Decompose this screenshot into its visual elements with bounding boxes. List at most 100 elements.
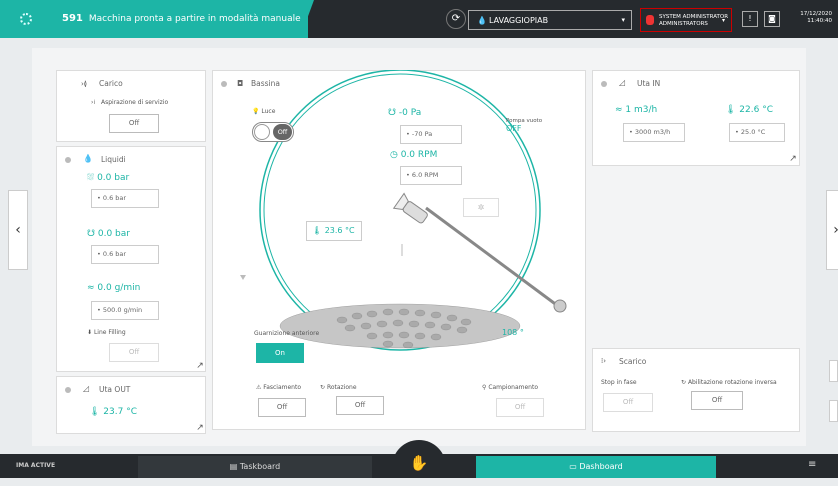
dashboard-tab[interactable]: ▭ Dashboard <box>476 456 716 478</box>
line-filling-button[interactable]: Off <box>109 343 159 362</box>
fasciamento-text: Fasciamento <box>263 384 302 391</box>
uta-out-temp-text: 23.7 °C <box>103 407 137 417</box>
nav-next-button[interactable]: › <box>826 190 838 270</box>
guarnizione-label: Guarnizione anteriore <box>254 330 320 337</box>
temp-pointer <box>240 275 246 280</box>
line-select[interactable]: 💧 LAVAGGIOPIAB ▾ <box>468 10 632 30</box>
side-tool-button-2[interactable] <box>829 400 838 422</box>
chevron-down-icon: ▾ <box>721 17 725 24</box>
rpm-set-field[interactable]: • 6.0 RPM <box>400 166 462 185</box>
status-dot <box>601 81 607 87</box>
campionamento-button[interactable]: Off <box>496 398 544 417</box>
uta-in-temp-set-field[interactable]: • 25.0 °C <box>729 123 785 142</box>
vacuum-text: -0 Pa <box>398 108 422 118</box>
pressure1-set-field[interactable]: • 0.6 bar <box>91 189 159 208</box>
toggle-label: Off <box>273 124 292 140</box>
user-icon <box>646 15 654 25</box>
top-bar-wedge <box>300 0 314 38</box>
luce-text: Luce <box>261 108 276 115</box>
ima-logo: IMA ACTIVE <box>16 462 56 469</box>
pressure2-value: ☋ 0.0 bar <box>87 229 130 239</box>
stop-button[interactable]: Off <box>603 393 653 412</box>
luce-label: 💡 Luce <box>252 108 276 115</box>
carico-icon: ›≬ <box>81 80 88 88</box>
reverse-label: ↻ Abilitazione rotazione inversa <box>681 379 777 386</box>
expand-icon[interactable]: ↗ <box>194 360 206 372</box>
machine-id: 591 <box>62 13 83 24</box>
spray-button[interactable]: ✲ <box>463 198 499 217</box>
scarico-title: Scarico <box>619 357 647 366</box>
rpm-set-text: 6.0 RPM <box>411 171 439 179</box>
uta-out-icon: ◿ <box>83 384 90 393</box>
chevron-down-icon: ▾ <box>621 16 625 24</box>
line-filling-label: ⬇ Line Filling <box>87 329 126 336</box>
reverse-text: Abilitazione rotazione inversa <box>687 379 777 386</box>
fasciamento-button[interactable]: Off <box>258 398 306 417</box>
status-message: 591 Macchina pronta a partire in modalità… <box>62 13 301 24</box>
pressure2-set-text: 0.6 bar <box>102 250 127 258</box>
camera-button[interactable]: ◙ <box>764 11 780 27</box>
user-role: ADMINISTRATORS <box>659 21 708 27</box>
expand-icon[interactable]: ↗ <box>787 153 799 165</box>
guarnizione-button[interactable]: On <box>256 343 304 363</box>
luce-toggle[interactable]: Off <box>252 122 294 142</box>
top-bar: 591 Macchina pronta a partire in modalità… <box>0 0 838 38</box>
status-dot <box>65 157 71 163</box>
scarico-panel: ⁞› Scarico Stop in fase Off ↻ Abilitazio… <box>592 348 800 432</box>
rpm-value: ◷ 0.0 RPM <box>390 150 438 160</box>
product-temp-box: 🌡 23.6 °C <box>306 221 362 241</box>
loading-spinner-icon <box>20 13 32 25</box>
uta-out-title: Uta OUT <box>99 385 131 394</box>
menu-icon[interactable]: ≡ <box>808 459 816 470</box>
alarm-button[interactable]: ! <box>742 11 758 27</box>
taskboard-label: Taskboard <box>239 462 281 471</box>
taskboard-tab[interactable]: ▤ Taskboard <box>138 456 372 478</box>
rpm-text: 0.0 RPM <box>400 150 438 160</box>
toggle-knob <box>254 124 270 140</box>
airflow-value: ≈ 1 m3/h <box>615 105 658 115</box>
nav-prev-button[interactable]: ‹ <box>8 190 28 270</box>
vacuum-set-text: -70 Pa <box>411 130 433 138</box>
refresh-icon[interactable]: ⟳ <box>446 9 466 29</box>
flow-set-text: 500.0 g/min <box>102 306 143 314</box>
carico-panel: ›≬ Carico ›⁞ Aspirazione di servizio Off <box>56 70 206 142</box>
liquidi-title: Liquidi <box>101 155 126 164</box>
uta-in-panel: ◿ Uta IN ≈ 1 m3/h • 3000 m3/h 🌡 22.6 °C … <box>592 70 800 166</box>
datetime: 17/12/2020 11:40:40 <box>792 11 832 25</box>
uta-in-temp-set-text: 25.0 °C <box>740 128 766 136</box>
flow-text: 0.0 g/min <box>97 283 141 293</box>
fasciamento-label: ⚠ Fasciamento <box>256 384 302 391</box>
aspirazione-button[interactable]: Off <box>109 114 159 133</box>
vacuum-value: ☋ -0 Pa <box>388 108 422 118</box>
liquidi-panel: 💧 Liquidi ⛆ 0.0 bar • 0.6 bar ☋ 0.0 bar … <box>56 146 206 372</box>
drops-icon: 💧 <box>83 154 93 163</box>
user-name: SYSTEM ADMINISTRATOR <box>659 14 729 20</box>
carico-title: Carico <box>99 79 123 88</box>
flow-set-field[interactable]: • 500.0 g/min <box>91 301 159 320</box>
rotazione-button[interactable]: Off <box>336 396 384 415</box>
scarico-icon: ⁞› <box>601 357 607 365</box>
pressure1-text: 0.0 bar <box>97 173 130 183</box>
uta-in-temp-text: 22.6 °C <box>739 105 773 115</box>
status-dot <box>65 387 71 393</box>
vacuum-set-field[interactable]: • -70 Pa <box>400 125 462 144</box>
line-filling-text: Line Filling <box>93 329 126 336</box>
reverse-button[interactable]: Off <box>691 391 743 410</box>
airflow-text: 1 m3/h <box>625 105 658 115</box>
product-bed <box>279 303 521 349</box>
side-tool-button-1[interactable] <box>829 360 838 382</box>
airflow-set-text: 3000 m3/h <box>634 128 671 136</box>
expand-icon[interactable]: ↗ <box>194 422 206 434</box>
pressure2-set-field[interactable]: • 0.6 bar <box>91 245 159 264</box>
pump-state: OFF <box>506 124 522 133</box>
aspirazione-label: Aspirazione di servizio <box>101 99 169 106</box>
user-menu[interactable]: SYSTEM ADMINISTRATOR ADMINISTRATORS ▾ <box>640 8 732 32</box>
pressure1-value: ⛆ 0.0 bar <box>87 173 130 183</box>
time: 11:40:40 <box>807 18 832 24</box>
airflow-set-field[interactable]: • 3000 m3/h <box>623 123 685 142</box>
aspirazione-icon: ›⁞ <box>91 99 96 106</box>
arm-pivot <box>553 299 567 313</box>
rotazione-text: Rotazione <box>326 384 357 391</box>
rotazione-label: ↻ Rotazione <box>320 384 357 391</box>
drum-angle: 108 ° <box>502 328 524 337</box>
